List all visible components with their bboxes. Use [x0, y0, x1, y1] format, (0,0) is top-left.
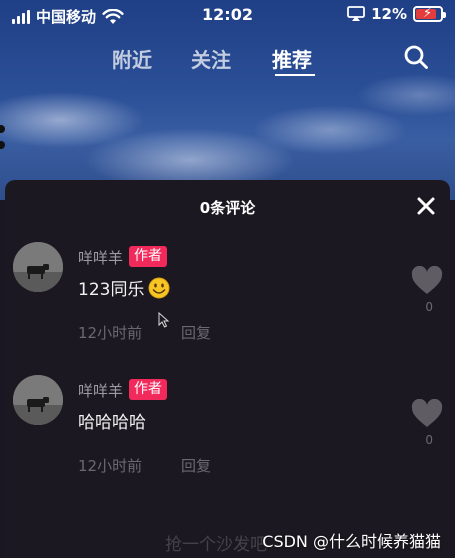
side-edge-icon — [0, 125, 5, 149]
author-badge: 作者 — [129, 379, 167, 400]
comment-text: 123同乐 — [78, 275, 170, 300]
cow-avatar-icon — [13, 242, 63, 292]
comments-count-title: 0条评论 — [199, 199, 256, 217]
comment-text-content: 123同乐 — [78, 280, 145, 300]
battery-percent: 12% — [371, 5, 407, 23]
phone-screen: 中国移动 12:02 12% ⚡ 附近 关注 推荐 0条评论 咩咩羊 作者 12… — [0, 0, 455, 558]
comment-username[interactable]: 咩咩羊 — [78, 247, 123, 268]
battery-tip — [443, 12, 446, 18]
active-tab-indicator — [275, 74, 315, 76]
comment-time: 12小时前 — [78, 324, 143, 342]
mouse-cursor-icon — [158, 312, 170, 328]
comment-text-content: 哈哈哈哈 — [78, 413, 146, 433]
author-badge: 作者 — [129, 246, 167, 267]
tab-recommended[interactable]: 推荐 — [272, 44, 312, 73]
reply-button[interactable]: 回复 — [181, 455, 211, 476]
comment-time: 12小时前 — [78, 457, 143, 475]
top-nav: 附近 关注 推荐 — [0, 40, 455, 76]
comment-username[interactable]: 咩咩羊 — [78, 380, 123, 401]
comment-text: 哈哈哈哈 — [78, 408, 146, 433]
comment-input[interactable]: 抢一个沙发吧 — [165, 530, 267, 555]
avatar[interactable] — [13, 242, 63, 292]
status-right: 12% ⚡ — [347, 5, 446, 23]
battery-icon: ⚡ — [413, 6, 446, 22]
comments-panel: 0条评论 咩咩羊 作者 123同乐 12小时前 回复 0 咩咩羊 作者 哈哈哈哈… — [5, 180, 450, 558]
like-count: 0 — [425, 433, 433, 447]
watermark: CSDN @什么时候养猫猫 — [262, 532, 441, 551]
heart-icon[interactable] — [411, 399, 443, 429]
tab-following[interactable]: 关注 — [191, 44, 231, 73]
status-bar: 中国移动 12:02 12% ⚡ — [0, 0, 455, 32]
charging-bolt-icon: ⚡ — [423, 6, 433, 21]
reply-button[interactable]: 回复 — [181, 322, 211, 343]
screen-mirroring-icon — [347, 6, 365, 21]
avatar[interactable] — [13, 375, 63, 425]
search-icon[interactable] — [403, 44, 429, 70]
close-icon[interactable] — [414, 194, 438, 218]
like-count: 0 — [425, 300, 433, 314]
smile-emoji-icon — [148, 277, 170, 298]
tab-nearby[interactable]: 附近 — [112, 44, 152, 73]
heart-icon[interactable] — [411, 266, 443, 296]
cow-avatar-icon — [13, 375, 63, 425]
